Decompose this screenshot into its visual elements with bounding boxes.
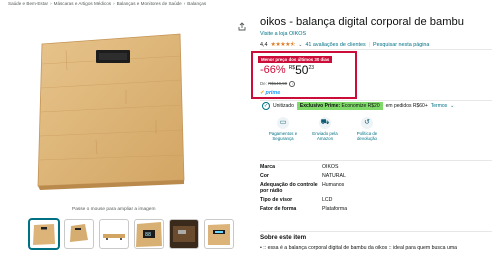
prime-exclusive-badge: Exclusivo Prime: Economize R$20: [296, 102, 383, 110]
prime-offer-tail: em pedidos R$60+: [385, 103, 428, 109]
spec-key: Adequação do controle por rádio: [260, 182, 318, 194]
about-bullet: • :: essa é a balança corporal digital d…: [260, 245, 458, 251]
thumbnail[interactable]: 88: [134, 219, 164, 249]
about-title: Sobre este item: [260, 234, 307, 241]
search-page-link[interactable]: Pesquisar nesta página: [373, 42, 429, 48]
spec-value: LCD: [322, 197, 333, 203]
spec-value: OIKOS: [322, 164, 339, 170]
feature-returns[interactable]: ↺ Política de devolução: [346, 117, 388, 141]
divider: [260, 49, 492, 50]
thumbnail[interactable]: [29, 219, 59, 249]
prime-label: prime: [265, 90, 281, 96]
prime-exclusive-title: Exclusivo Prime:: [299, 103, 341, 109]
zoom-hint: Passe o mouse para ampliar a imagem: [72, 207, 156, 212]
share-icon[interactable]: [237, 21, 247, 31]
terms-link[interactable]: Termos: [431, 103, 447, 109]
spec-row: Marca OIKOS: [260, 164, 347, 173]
feature-payments[interactable]: ▭ Pagamentos e Segurança: [262, 117, 304, 141]
spec-key: Cor: [260, 173, 269, 179]
divider: |: [368, 42, 371, 48]
main-product-image[interactable]: [36, 30, 186, 192]
spec-row: Fator de forma Plataforma: [260, 206, 347, 215]
breadcrumb-item[interactable]: Máscaras e Artigos Médicos: [54, 1, 111, 6]
thumbnail[interactable]: [99, 219, 129, 249]
spec-value: Humanos: [322, 182, 345, 188]
spec-value: Plataforma: [322, 206, 348, 212]
used-label: Unitizado: [273, 103, 294, 109]
spec-key: Marca: [260, 164, 275, 170]
spec-row: Tipo de visor LCD: [260, 197, 347, 206]
breadcrumb-item[interactable]: Balanças e Monitores de Saúde: [117, 1, 182, 6]
prime-badge: ✓prime: [260, 90, 280, 96]
spec-row: Cor NATURAL: [260, 173, 347, 182]
old-price-value: R$149,90: [268, 81, 288, 86]
old-price: De: R$149,90 i: [260, 81, 296, 87]
thumbnail[interactable]: [64, 219, 94, 249]
price-row: -66% R$ 50 23: [260, 64, 314, 76]
breadcrumb-separator: ›: [113, 1, 115, 6]
check-circle-icon: ✓: [262, 102, 270, 110]
store-link[interactable]: Visite a loja OIKOS: [260, 31, 306, 37]
thumbnail[interactable]: [169, 219, 199, 249]
rating-value: 4,4: [260, 42, 268, 48]
bamboo-scale-image: [37, 33, 185, 190]
breadcrumb-separator: ›: [183, 1, 186, 6]
spec-key: Tipo de visor: [260, 197, 293, 203]
divider: [260, 160, 492, 161]
spec-row: Adequação do controle por rádio Humanos: [260, 182, 347, 197]
feature-label: Segurança: [272, 136, 294, 141]
product-title: oikos - balança digital corporal de bamb…: [260, 16, 464, 28]
spec-table: Marca OIKOS Cor NATURAL Adequação do con…: [260, 164, 347, 215]
breadcrumb-item[interactable]: Saúde e Bem-Estar: [8, 1, 48, 6]
feature-icons: ▭ Pagamentos e Segurança ⛟ Enviado pela …: [262, 117, 388, 141]
discount-percent: -66%: [260, 64, 286, 76]
breadcrumb-separator: ›: [50, 1, 52, 6]
breadcrumb: Saúde e Bem-Estar › Máscaras e Artigos Méd…: [8, 1, 206, 6]
check-icon: ✓: [260, 90, 265, 96]
breadcrumb-item[interactable]: Balanças: [187, 1, 206, 6]
chevron-down-icon[interactable]: ⌄: [450, 103, 454, 109]
divider: [260, 231, 492, 232]
feature-label: devolução: [356, 136, 378, 141]
return-icon: ↺: [361, 117, 373, 129]
truck-icon: ⛟: [319, 117, 331, 129]
info-icon[interactable]: i: [289, 81, 296, 87]
prime-exclusive-text: Economize R$20: [341, 103, 380, 109]
price-whole: 50: [295, 63, 309, 77]
svg-text:88: 88: [145, 232, 151, 238]
thumbnail-strip: 88: [29, 219, 234, 249]
spec-key: Fator de forma: [260, 206, 297, 212]
old-price-label: De:: [260, 81, 267, 86]
ratings-count-link[interactable]: 41 avaliações de clientes: [305, 42, 365, 48]
spec-value: NATURAL: [322, 173, 346, 179]
feature-shipping[interactable]: ⛟ Enviado pela Amazon: [304, 117, 346, 141]
deal-badge: Menor preço dos últimos 30 dias: [258, 56, 333, 63]
price-cents: 23: [308, 65, 315, 71]
prime-offer-row: ✓ Unitizado Exclusivo Prime: Economize R…: [262, 102, 454, 110]
chevron-down-icon[interactable]: ⌄: [298, 42, 302, 48]
thumbnail[interactable]: [204, 219, 234, 249]
feature-label: Amazon: [316, 136, 334, 141]
credit-card-icon: ▭: [277, 117, 289, 129]
divider: [260, 100, 492, 101]
